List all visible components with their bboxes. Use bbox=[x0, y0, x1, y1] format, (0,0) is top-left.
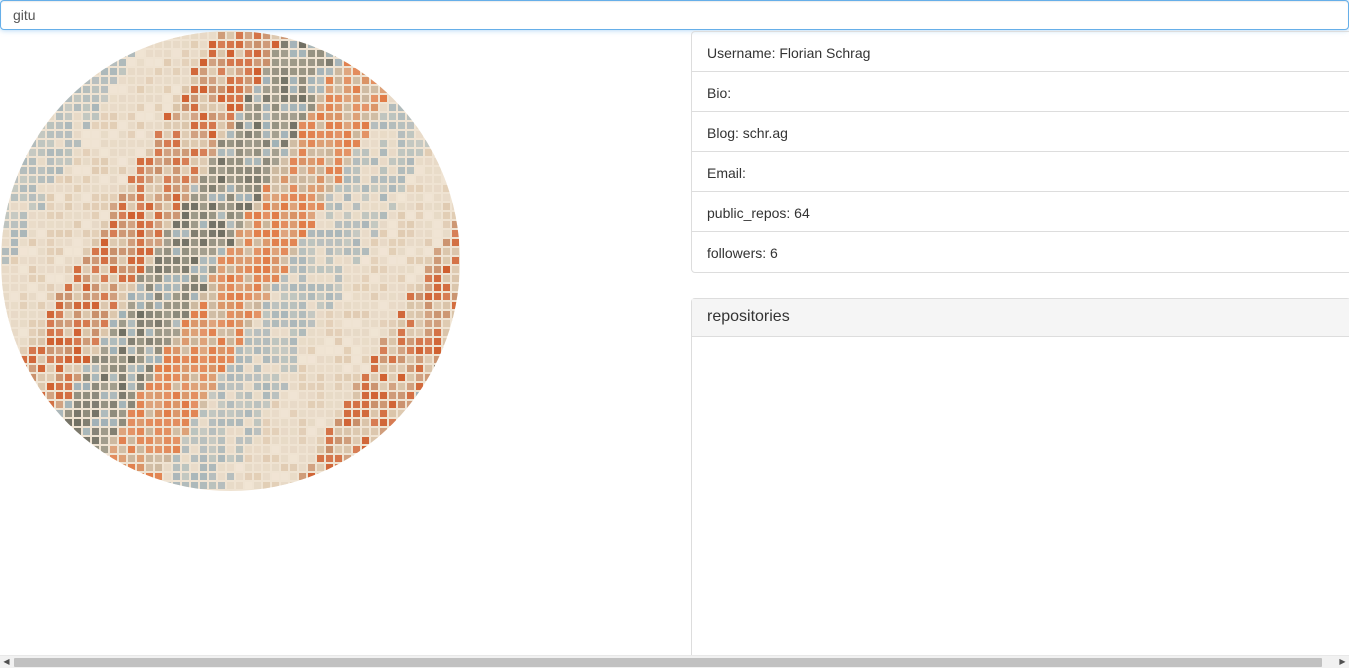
user-info-list: Username: Florian Schrag Bio: Blog: schr… bbox=[691, 31, 1349, 273]
bio-item: Bio: bbox=[692, 72, 1349, 112]
repositories-panel: repositories bbox=[691, 298, 1349, 658]
blog-item: Blog: schr.ag bbox=[692, 112, 1349, 152]
scrollbar-thumb[interactable] bbox=[14, 658, 1322, 667]
scroll-right-arrow-icon[interactable]: ▶ bbox=[1336, 656, 1349, 668]
avatar-image bbox=[1, 31, 460, 491]
avatar bbox=[1, 31, 460, 491]
repositories-heading: repositories bbox=[692, 299, 1349, 337]
search-input[interactable] bbox=[0, 0, 1349, 30]
horizontal-scrollbar[interactable]: ◀ ▶ bbox=[0, 655, 1349, 668]
scroll-left-arrow-icon[interactable]: ◀ bbox=[0, 656, 13, 668]
email-item: Email: bbox=[692, 152, 1349, 192]
followers-item: followers: 6 bbox=[707, 245, 778, 261]
page: Username: Florian Schrag Bio: Blog: schr… bbox=[0, 0, 1349, 668]
username-item: Username: Florian Schrag bbox=[692, 32, 1349, 72]
public-repos-item: public_repos: 64 bbox=[692, 192, 1349, 232]
